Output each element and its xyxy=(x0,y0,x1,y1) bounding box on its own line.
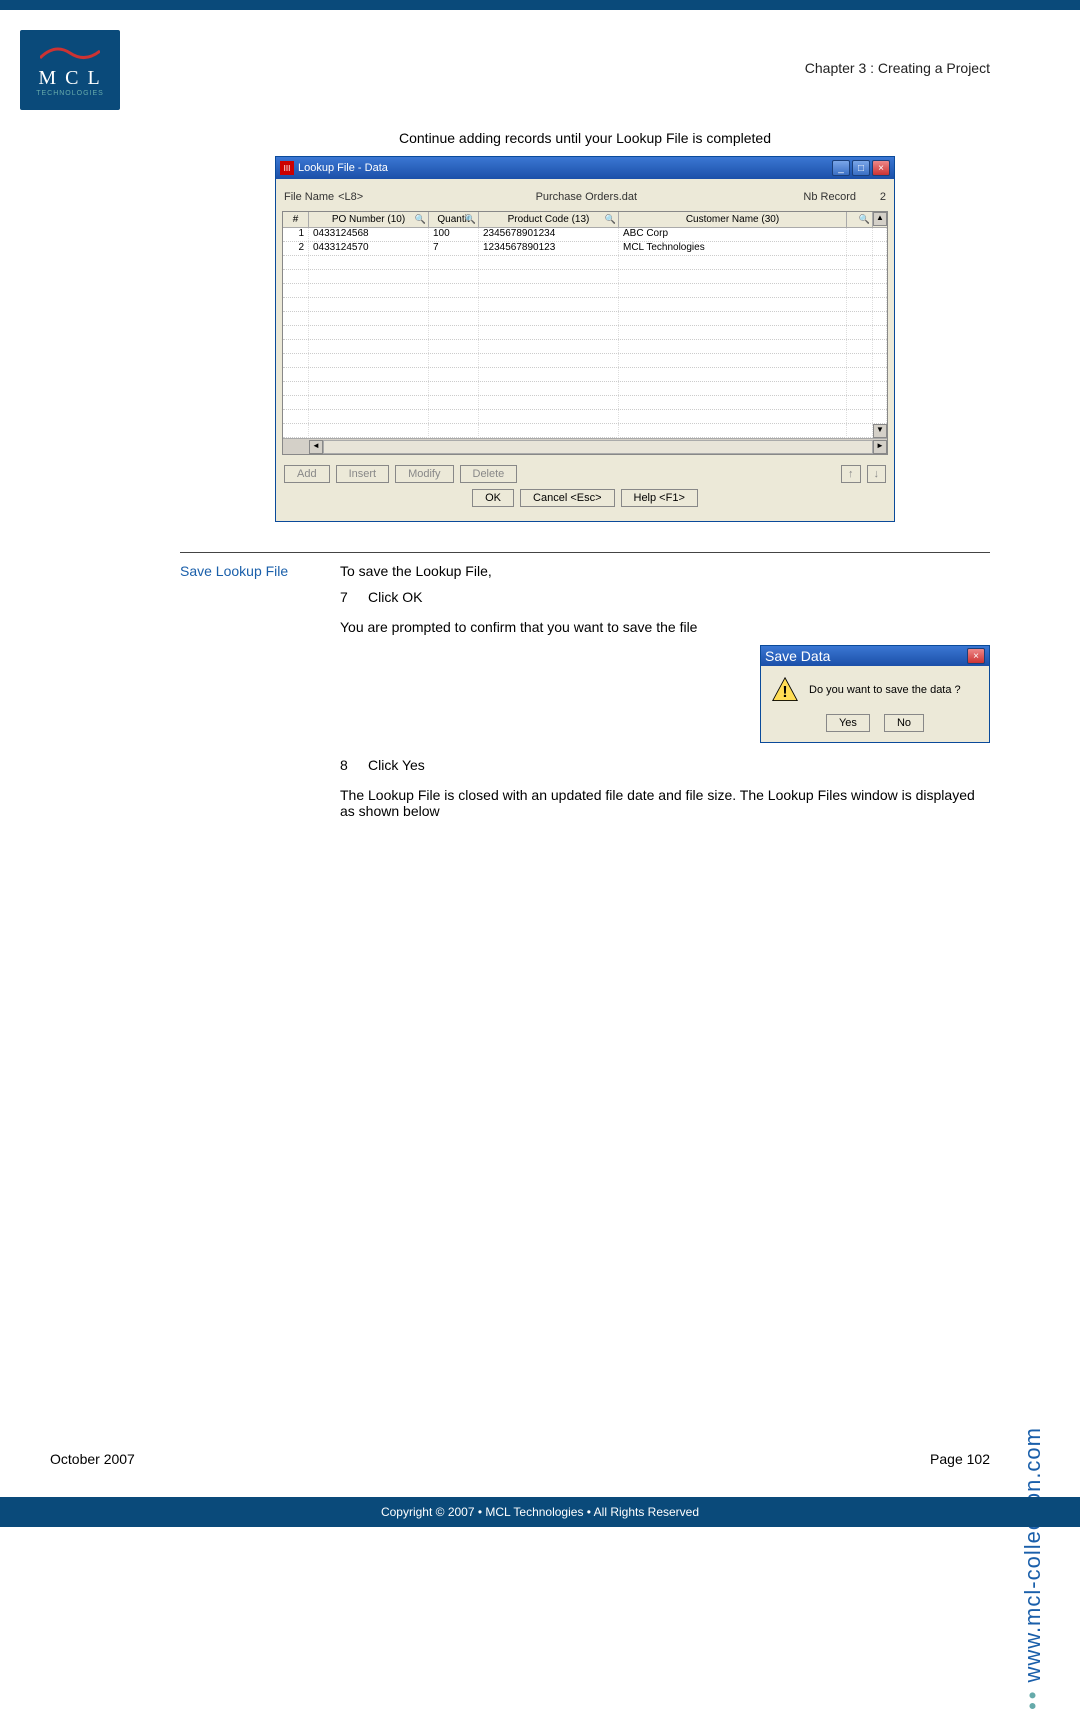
save-line-1: To save the Lookup File, xyxy=(340,563,990,579)
save-line-3: The Lookup File is closed with an update… xyxy=(340,787,990,819)
help-button[interactable]: Help <F1> xyxy=(621,489,698,507)
file-name-code: <L8> xyxy=(338,191,363,203)
maximize-button[interactable]: □ xyxy=(852,160,870,176)
chapter-title: Chapter 3 : Creating a Project xyxy=(805,60,990,76)
table-row: ▼ xyxy=(283,424,887,438)
search-icon: 🔍 xyxy=(859,214,870,225)
move-up-button[interactable]: ↑ xyxy=(841,465,861,483)
hscroll-track[interactable] xyxy=(323,440,873,454)
modify-button[interactable]: Modify xyxy=(395,465,453,483)
warning-icon: ! xyxy=(771,676,799,704)
logo-subtext: TECHNOLOGIES xyxy=(36,90,104,97)
savebox-title: Save Data xyxy=(765,648,830,664)
ok-button[interactable]: OK xyxy=(472,489,514,507)
file-name-value: Purchase Orders.dat xyxy=(536,191,638,203)
data-grid[interactable]: # PO Number (10)🔍 Quantit🔍 Product Code … xyxy=(282,211,888,455)
search-icon[interactable]: 🔍 xyxy=(465,214,476,225)
nb-record-label: Nb Record xyxy=(803,191,856,203)
section-label: Save Lookup File xyxy=(180,563,310,829)
table-row xyxy=(283,382,887,396)
delete-button[interactable]: Delete xyxy=(460,465,518,483)
col-prod[interactable]: Product Code (13)🔍 xyxy=(479,212,619,227)
svg-text:!: ! xyxy=(782,684,787,701)
col-search[interactable]: 🔍 xyxy=(847,212,873,227)
savebox-close-button[interactable]: × xyxy=(967,648,985,664)
col-idx[interactable]: # xyxy=(283,212,309,227)
wave-icon xyxy=(40,43,100,63)
savebox-titlebar[interactable]: Save Data × xyxy=(761,646,989,666)
table-row xyxy=(283,312,887,326)
table-row xyxy=(283,340,887,354)
step-8-text: Click Yes xyxy=(368,757,425,773)
table-row: 1 0433124568 100 2345678901234 ABC Corp xyxy=(283,228,887,242)
dialog-titlebar[interactable]: III Lookup File - Data _ □ × xyxy=(276,157,894,179)
file-name-label: File Name xyxy=(284,191,334,203)
table-row xyxy=(283,410,887,424)
lookup-file-dialog: III Lookup File - Data _ □ × File Name <… xyxy=(275,156,895,522)
savebox-message: Do you want to save the data ? xyxy=(809,684,961,696)
table-row xyxy=(283,368,887,382)
add-button[interactable]: Add xyxy=(284,465,330,483)
move-down-button[interactable]: ↓ xyxy=(867,465,887,483)
scroll-left-button[interactable]: ◄ xyxy=(309,440,323,454)
step-7-number: 7 xyxy=(340,589,354,605)
table-row xyxy=(283,326,887,340)
col-po[interactable]: PO Number (10)🔍 xyxy=(309,212,429,227)
table-row xyxy=(283,354,887,368)
col-cust[interactable]: Customer Name (30) xyxy=(619,212,847,227)
mcl-logo: M C L TECHNOLOGIES xyxy=(20,30,120,110)
table-row xyxy=(283,298,887,312)
top-bar xyxy=(0,0,1080,10)
dots-icon: •• xyxy=(1020,1689,1045,1710)
footer-date: October 2007 xyxy=(50,1451,135,1467)
scroll-up-button[interactable]: ▲ xyxy=(873,212,887,226)
logo-text: M C L xyxy=(38,67,101,90)
step-7-text: Click OK xyxy=(368,589,422,605)
table-row xyxy=(283,256,887,270)
dialog-title: Lookup File - Data xyxy=(298,162,388,174)
save-line-2: You are prompted to confirm that you wan… xyxy=(340,619,990,635)
table-row xyxy=(283,284,887,298)
step-8-number: 8 xyxy=(340,757,354,773)
insert-button[interactable]: Insert xyxy=(336,465,390,483)
yes-button[interactable]: Yes xyxy=(826,714,870,732)
footer-page: Page 102 xyxy=(930,1451,990,1467)
search-icon[interactable]: 🔍 xyxy=(415,214,426,225)
nb-record-value: 2 xyxy=(866,191,886,203)
app-icon: III xyxy=(280,161,294,175)
scroll-down-button[interactable]: ▼ xyxy=(873,424,887,438)
col-qty[interactable]: Quantit🔍 xyxy=(429,212,479,227)
minimize-button[interactable]: _ xyxy=(832,160,850,176)
copyright-bar: Copyright © 2007 • MCL Technologies • Al… xyxy=(0,1497,1080,1527)
intro-text: Continue adding records until your Looku… xyxy=(180,130,990,146)
table-row xyxy=(283,396,887,410)
no-button[interactable]: No xyxy=(884,714,924,732)
table-row: 2 0433124570 7 1234567890123 MCL Technol… xyxy=(283,242,887,256)
table-row xyxy=(283,270,887,284)
cancel-button[interactable]: Cancel <Esc> xyxy=(520,489,614,507)
close-button[interactable]: × xyxy=(872,160,890,176)
search-icon[interactable]: 🔍 xyxy=(605,214,616,225)
scroll-right-button[interactable]: ► xyxy=(873,440,887,454)
save-data-dialog: Save Data × ! Do you want to save the da… xyxy=(760,645,990,743)
sidebar-url: ••www.mcl-collection.com xyxy=(1020,1427,1046,1710)
